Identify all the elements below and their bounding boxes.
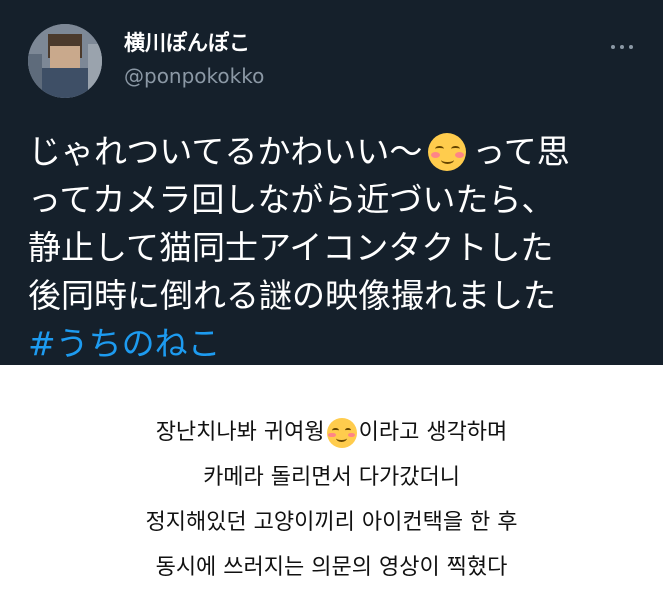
smiling-face-icon (428, 133, 467, 171)
display-name[interactable]: 横川ぽんぽこ (124, 27, 250, 57)
avatar-side-pixels (88, 44, 102, 98)
avatar[interactable] (28, 24, 102, 98)
avatar-side-pixels (28, 54, 42, 98)
dot (620, 45, 624, 49)
user-handle[interactable]: @ponpokokko (124, 64, 264, 88)
tweet-line: #うちのねこ (28, 320, 648, 368)
translation-line: 장난치나봐 귀여웡 이라고 생각하며 (0, 410, 663, 455)
tweet-line: 静止して猫同士アイコンタクトした (28, 228, 554, 267)
tweet-line: じゃれついてるかわいい〜 って思 (28, 128, 648, 176)
avatar-body-pixels (40, 68, 90, 98)
tweet-line: ってカメラ回しながら近づいたら、 (28, 180, 555, 219)
tweet-line: 後同時に倒れる謎の映像撮れました (28, 276, 556, 315)
translation-line-text: 장난치나봐 귀여웡 (155, 420, 325, 445)
translation-line: 카메라 돌리면서 다가갔더니 (203, 465, 460, 490)
avatar-face-pixels (50, 46, 80, 68)
smiling-face-icon (326, 417, 357, 448)
more-dots-icon[interactable] (604, 40, 640, 54)
tweet-text: じゃれついてるかわいい〜 って思 ってカメラ回しながら近づいたら、 静止して猫同… (28, 128, 648, 368)
dot (611, 45, 615, 49)
tweet-line-text: って思 (472, 132, 570, 171)
translation-line: 정지해있던 고양이끼리 아이컨택을 한 후 (145, 510, 518, 535)
translation-line: 동시에 쓰러지는 의문의 영상이 찍혔다 (155, 555, 508, 580)
hashtag-link[interactable]: #うちのねこ (28, 320, 221, 368)
dot (629, 45, 633, 49)
tweet-line-text: じゃれついてるかわいい〜 (28, 132, 423, 171)
tweet-card: 横川ぽんぽこ @ponpokokko じゃれついてるかわいい〜 って思 ってカメ… (0, 0, 663, 365)
translation-line-text: 이라고 생각하며 (358, 420, 508, 445)
translation-text: 장난치나봐 귀여웡 이라고 생각하며 카메라 돌리면서 다가갔더니 정지해있던 … (0, 410, 663, 590)
